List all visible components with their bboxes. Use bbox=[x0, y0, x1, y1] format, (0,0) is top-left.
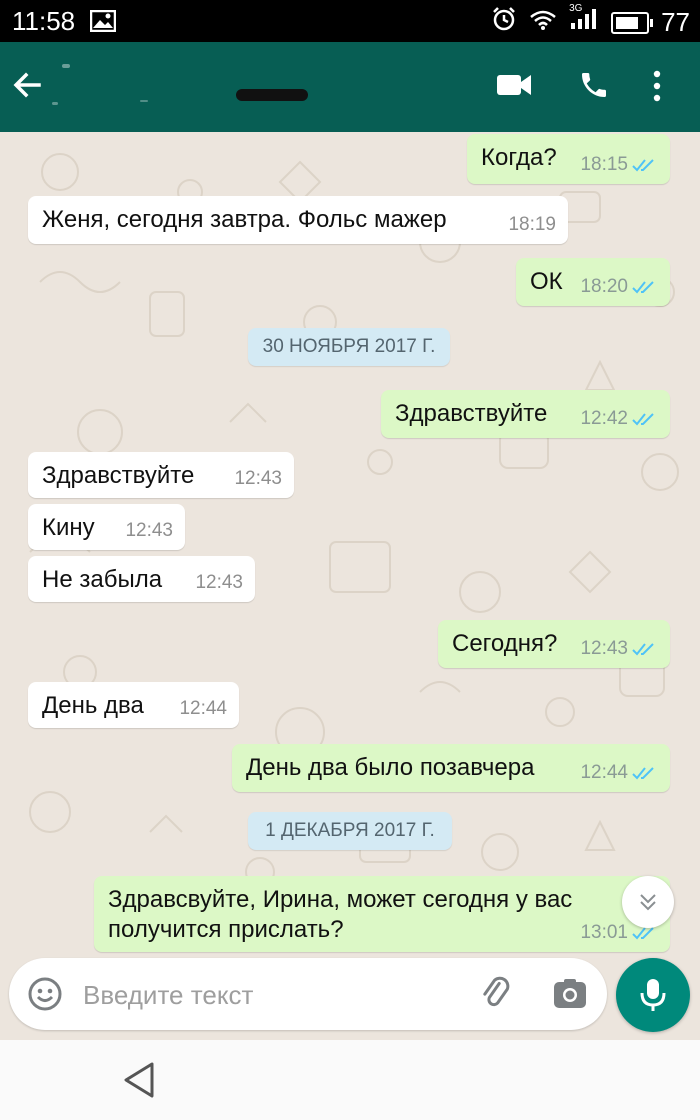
double-check-read-icon bbox=[632, 643, 654, 656]
cellular-signal-icon: 3G bbox=[569, 3, 599, 38]
message-time: 12:43 bbox=[234, 468, 282, 489]
redacted-contact-name bbox=[236, 89, 308, 101]
avatar-remnant bbox=[140, 100, 148, 102]
alarm-icon bbox=[491, 6, 517, 39]
double-check-read-icon bbox=[632, 413, 654, 426]
message-meta: 18:19 bbox=[508, 214, 556, 236]
message-text: Женя, сегодня завтра. Фольс мажер bbox=[42, 206, 447, 233]
message-incoming[interactable]: Кину 12:43 bbox=[28, 504, 185, 550]
message-text-line-1: Здравсвуйте, Ирина, может сегодня у вас bbox=[108, 886, 573, 913]
message-time: 13:01 bbox=[580, 922, 628, 943]
phone-call-icon[interactable] bbox=[578, 68, 610, 107]
message-meta: 12:43 bbox=[234, 468, 282, 490]
nav-back-triangle-icon[interactable] bbox=[122, 1060, 156, 1105]
message-incoming[interactable]: Здравствуйте 12:43 bbox=[28, 452, 294, 498]
message-time: 12:43 bbox=[125, 520, 173, 541]
message-time: 12:44 bbox=[580, 762, 628, 783]
message-outgoing[interactable]: Здравствуйте 12:42 bbox=[381, 390, 670, 438]
message-meta: 12:43 bbox=[195, 572, 243, 594]
message-text: День два bbox=[42, 692, 144, 719]
message-time: 12:44 bbox=[179, 698, 227, 719]
message-meta: 12:43 bbox=[580, 638, 658, 660]
message-text: День два было позавчера bbox=[246, 754, 535, 781]
message-meta: 12:44 bbox=[580, 762, 658, 784]
message-outgoing[interactable]: Сегодня? 12:43 bbox=[438, 620, 670, 668]
message-incoming[interactable]: День два 12:44 bbox=[28, 682, 239, 728]
message-outgoing[interactable]: ОК 18:20 bbox=[516, 258, 670, 306]
message-outgoing[interactable]: День два было позавчера 12:44 bbox=[232, 744, 670, 792]
message-time: 18:19 bbox=[508, 214, 556, 235]
date-divider: 1 ДЕКАБРЯ 2017 Г. bbox=[248, 812, 452, 850]
date-divider: 30 НОЯБРЯ 2017 Г. bbox=[248, 328, 450, 366]
scroll-to-bottom-button[interactable] bbox=[622, 876, 674, 928]
message-meta: 18:20 bbox=[580, 276, 658, 298]
gallery-notification-icon bbox=[89, 8, 117, 39]
message-time: 18:20 bbox=[580, 276, 628, 297]
system-navigation-bar bbox=[0, 1040, 700, 1120]
message-text: Кину bbox=[42, 514, 95, 541]
message-outgoing[interactable]: Когда? 18:15 bbox=[467, 134, 670, 184]
avatar-remnant bbox=[62, 64, 70, 68]
battery-icon bbox=[611, 11, 654, 34]
chevron-double-down-icon bbox=[640, 894, 656, 911]
back-arrow-icon[interactable] bbox=[12, 70, 42, 100]
message-text: ОК bbox=[530, 268, 563, 295]
message-time: 18:15 bbox=[580, 154, 628, 175]
wifi-icon bbox=[529, 7, 557, 38]
message-meta: 18:15 bbox=[580, 154, 658, 176]
message-text-line-2: получится прислать? bbox=[108, 916, 344, 943]
message-composer bbox=[9, 958, 607, 1030]
message-meta: 12:44 bbox=[179, 698, 227, 720]
microphone-icon bbox=[640, 979, 666, 1011]
status-bar: 11:58 3G 77 bbox=[0, 0, 700, 42]
avatar-remnant bbox=[52, 102, 58, 105]
date-divider-text: 30 НОЯБРЯ 2017 Г. bbox=[262, 336, 436, 357]
date-divider-text: 1 ДЕКАБРЯ 2017 Г. bbox=[265, 820, 435, 841]
double-check-read-icon bbox=[632, 281, 654, 294]
camera-icon[interactable] bbox=[553, 978, 587, 1015]
message-text: Когда? bbox=[481, 144, 557, 171]
overflow-menu-icon[interactable] bbox=[652, 70, 662, 107]
message-time: 12:43 bbox=[195, 572, 243, 593]
message-text: Не забыла bbox=[42, 566, 163, 593]
attach-paperclip-icon[interactable] bbox=[479, 976, 515, 1017]
message-incoming[interactable]: Женя, сегодня завтра. Фольс мажер 18:19 bbox=[28, 196, 568, 244]
message-text: Здравствуйте bbox=[42, 462, 195, 489]
status-icons: 3G 77 bbox=[491, 3, 690, 39]
message-list[interactable]: Когда? 18:15 Женя, сегодня завтра. Фольс… bbox=[0, 132, 700, 962]
battery-level: 77 bbox=[661, 7, 690, 37]
status-time: 11:58 bbox=[12, 6, 76, 36]
message-time: 12:42 bbox=[580, 408, 628, 429]
message-incoming[interactable]: Не забыла 12:43 bbox=[28, 556, 255, 602]
message-time: 12:43 bbox=[580, 638, 628, 659]
video-call-icon[interactable] bbox=[496, 72, 532, 103]
message-outgoing[interactable]: Здравсвуйте, Ирина, может сегодня у вас … bbox=[94, 876, 670, 952]
double-check-read-icon bbox=[632, 159, 654, 172]
message-meta: 12:42 bbox=[580, 408, 658, 430]
message-text: Здравствуйте bbox=[395, 400, 548, 427]
network-type: 3G bbox=[569, 3, 583, 14]
voice-record-button[interactable] bbox=[616, 958, 690, 1032]
message-text: Сегодня? bbox=[452, 630, 558, 657]
chat-header bbox=[0, 42, 700, 132]
emoji-icon[interactable] bbox=[27, 976, 63, 1017]
message-meta: 12:43 bbox=[125, 520, 173, 542]
double-check-read-icon bbox=[632, 767, 654, 780]
message-input[interactable] bbox=[81, 974, 465, 1016]
